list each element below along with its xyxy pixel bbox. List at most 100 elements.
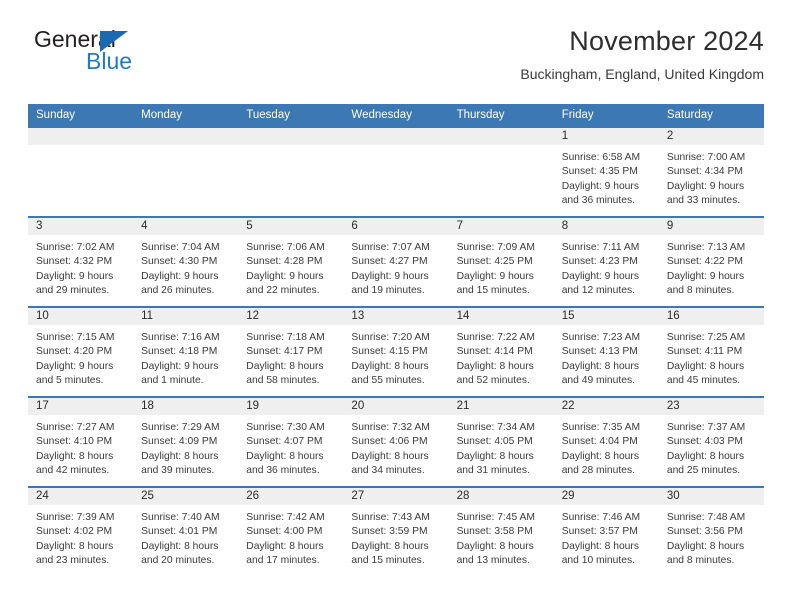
- calendar-day-cell[interactable]: 7 Sunrise: 7:09 AM Sunset: 4:25 PM Daylight…: [448, 215, 554, 307]
- day-cell-content: 13 Sunrise: 7:20 AM Sunset: 4:15 PM Dayligh…: [343, 307, 449, 396]
- calendar-day-cell[interactable]: 3 Sunrise: 7:02 AM Sunset: 4:32 PM Daylight…: [28, 215, 134, 307]
- sunrise-time: Sunrise: 7:11 AM: [561, 241, 640, 253]
- daylight-duration-line2: and 12 minutes.: [561, 285, 635, 297]
- calendar-day-cell[interactable]: 14 Sunrise: 7:22 AM Sunset: 4:14 PM Dayligh…: [448, 305, 554, 397]
- daylight-duration-line1: Daylight: 9 hours: [36, 360, 114, 372]
- calendar-day-cell[interactable]: 18 Sunrise: 7:29 AM Sunset: 4:09 PM Dayligh…: [133, 395, 239, 487]
- calendar-day-cell[interactable]: 22 Sunrise: 7:35 AM Sunset: 4:04 PM Dayligh…: [553, 395, 659, 487]
- day-details: Sunrise: 7:13 AM Sunset: 4:22 PM Daylight:…: [659, 235, 764, 299]
- calendar-day-cell[interactable]: 30 Sunrise: 7:48 AM Sunset: 3:56 PM Dayligh…: [658, 485, 764, 576]
- daylight-duration-line1: Daylight: 8 hours: [666, 450, 745, 462]
- calendar-day-cell[interactable]: 10 Sunrise: 7:15 AM Sunset: 4:20 PM Dayligh…: [28, 305, 134, 397]
- calendar-day-cell[interactable]: 17 Sunrise: 7:27 AM Sunset: 4:10 PM Dayligh…: [28, 395, 134, 487]
- day-details: Sunrise: 7:20 AM Sunset: 4:15 PM Daylight:…: [343, 325, 448, 389]
- day-cell-content: 3 Sunrise: 7:02 AM Sunset: 4:32 PM Daylight…: [28, 217, 134, 306]
- day-number: 25: [133, 487, 239, 505]
- daylight-duration-line1: Daylight: 9 hours: [141, 270, 219, 282]
- sunset-time: Sunset: 4:28 PM: [246, 256, 323, 268]
- day-cell-content: 22 Sunrise: 7:35 AM Sunset: 4:04 PM Dayligh…: [553, 397, 659, 486]
- day-details: Sunrise: 7:43 AM Sunset: 3:59 PM Daylight:…: [343, 505, 448, 569]
- sunrise-time: Sunrise: 7:23 AM: [561, 331, 641, 343]
- calendar-day-cell[interactable]: [238, 127, 344, 217]
- day-details: Sunrise: 7:29 AM Sunset: 4:09 PM Daylight:…: [133, 415, 238, 479]
- day-number: 7: [448, 217, 554, 235]
- day-number: 26: [238, 487, 344, 505]
- daylight-duration-line2: and 39 minutes.: [141, 465, 215, 477]
- calendar-day-cell[interactable]: 12 Sunrise: 7:18 AM Sunset: 4:17 PM Dayligh…: [238, 305, 344, 397]
- sunrise-time: Sunrise: 7:13 AM: [666, 241, 746, 253]
- calendar-day-cell[interactable]: 26 Sunrise: 7:42 AM Sunset: 4:00 PM Dayligh…: [238, 485, 344, 576]
- sunset-time: Sunset: 4:32 PM: [36, 256, 113, 268]
- day-number: 20: [343, 397, 449, 415]
- calendar-day-cell[interactable]: 29 Sunrise: 7:46 AM Sunset: 3:57 PM Dayligh…: [553, 485, 659, 576]
- day-details: Sunrise: 7:04 AM Sunset: 4:30 PM Daylight:…: [133, 235, 238, 299]
- calendar-day-cell[interactable]: [448, 127, 554, 217]
- general-blue-logo[interactable]: General Blue: [28, 26, 268, 88]
- sunset-time: Sunset: 4:30 PM: [141, 256, 218, 268]
- weekday-header-sunday: Sunday: [28, 104, 134, 128]
- calendar-day-cell[interactable]: 25 Sunrise: 7:40 AM Sunset: 4:01 PM Dayligh…: [133, 485, 239, 576]
- day-cell-content: [238, 127, 344, 216]
- calendar-day-cell[interactable]: 8 Sunrise: 7:11 AM Sunset: 4:23 PM Daylight…: [553, 215, 659, 307]
- title-block: November 2024 Buckingham, England, Unite…: [244, 26, 764, 82]
- calendar-body: 1 Sunrise: 6:58 AM Sunset: 4:35 PM Daylight…: [28, 127, 764, 576]
- day-cell-content: 21 Sunrise: 7:34 AM Sunset: 4:05 PM Dayligh…: [448, 397, 554, 486]
- calendar-day-cell[interactable]: 27 Sunrise: 7:43 AM Sunset: 3:59 PM Dayligh…: [343, 485, 449, 576]
- calendar-day-cell[interactable]: 19 Sunrise: 7:30 AM Sunset: 4:07 PM Dayligh…: [238, 395, 344, 487]
- daylight-duration-line1: Daylight: 8 hours: [351, 360, 429, 372]
- calendar-day-cell[interactable]: 6 Sunrise: 7:07 AM Sunset: 4:27 PM Daylight…: [343, 215, 449, 307]
- calendar-day-cell[interactable]: 9 Sunrise: 7:13 AM Sunset: 4:22 PM Daylight…: [658, 215, 764, 307]
- calendar-day-cell[interactable]: 4 Sunrise: 7:04 AM Sunset: 4:30 PM Daylight…: [133, 215, 239, 307]
- sunset-time: Sunset: 4:06 PM: [351, 436, 428, 448]
- day-cell-content: 15 Sunrise: 7:23 AM Sunset: 4:13 PM Dayligh…: [553, 307, 659, 396]
- sunrise-time: Sunrise: 7:27 AM: [36, 421, 115, 433]
- daylight-duration-line2: and 33 minutes.: [666, 195, 741, 207]
- day-details: Sunrise: 7:46 AM Sunset: 3:57 PM Daylight:…: [554, 505, 659, 569]
- day-cell-content: 11 Sunrise: 7:16 AM Sunset: 4:18 PM Dayligh…: [133, 307, 239, 396]
- day-cell-content: 27 Sunrise: 7:43 AM Sunset: 3:59 PM Dayligh…: [343, 487, 449, 576]
- daylight-duration-line2: and 49 minutes.: [561, 375, 635, 387]
- sunrise-time: Sunrise: 7:20 AM: [351, 331, 430, 343]
- calendar-day-cell[interactable]: 2 Sunrise: 7:00 AM Sunset: 4:34 PM Daylight…: [658, 127, 764, 217]
- calendar-day-cell[interactable]: 16 Sunrise: 7:25 AM Sunset: 4:11 PM Dayligh…: [658, 305, 764, 397]
- sunset-time: Sunset: 4:05 PM: [456, 436, 533, 448]
- daylight-duration-line2: and 1 minute.: [141, 375, 204, 387]
- calendar-day-cell[interactable]: 28 Sunrise: 7:45 AM Sunset: 3:58 PM Dayligh…: [448, 485, 554, 576]
- calendar-day-cell[interactable]: 11 Sunrise: 7:16 AM Sunset: 4:18 PM Dayligh…: [133, 305, 239, 397]
- day-number: 17: [28, 397, 134, 415]
- daylight-duration-line1: Daylight: 8 hours: [36, 540, 114, 552]
- day-number: 3: [28, 217, 134, 235]
- day-cell-content: 20 Sunrise: 7:32 AM Sunset: 4:06 PM Dayligh…: [343, 397, 449, 486]
- sunrise-time: Sunrise: 7:32 AM: [351, 421, 430, 433]
- day-details: Sunrise: 7:37 AM Sunset: 4:03 PM Daylight:…: [659, 415, 764, 479]
- sunrise-time: Sunrise: 7:09 AM: [456, 241, 535, 253]
- calendar-day-cell[interactable]: 20 Sunrise: 7:32 AM Sunset: 4:06 PM Dayligh…: [343, 395, 449, 487]
- calendar-day-cell[interactable]: [343, 127, 449, 217]
- daylight-duration-line2: and 34 minutes.: [351, 465, 425, 477]
- day-number: 15: [553, 307, 659, 325]
- day-cell-content: [133, 127, 239, 216]
- calendar-day-cell[interactable]: 13 Sunrise: 7:20 AM Sunset: 4:15 PM Dayligh…: [343, 305, 449, 397]
- calendar-day-cell[interactable]: [28, 127, 134, 217]
- calendar-day-cell[interactable]: 5 Sunrise: 7:06 AM Sunset: 4:28 PM Daylight…: [238, 215, 344, 307]
- calendar-day-cell[interactable]: 1 Sunrise: 6:58 AM Sunset: 4:35 PM Daylight…: [553, 127, 659, 217]
- calendar-day-cell[interactable]: 24 Sunrise: 7:39 AM Sunset: 4:02 PM Dayligh…: [28, 485, 134, 576]
- sunrise-time: Sunrise: 7:42 AM: [246, 511, 325, 523]
- calendar-table: Sunday Monday Tuesday Wednesday Thursday…: [28, 104, 764, 576]
- day-details: Sunrise: 7:15 AM Sunset: 4:20 PM Daylight:…: [28, 325, 133, 389]
- calendar-day-cell[interactable]: 21 Sunrise: 7:34 AM Sunset: 4:05 PM Dayligh…: [448, 395, 554, 487]
- day-number: 13: [343, 307, 449, 325]
- day-number: 2: [658, 127, 764, 145]
- day-details: Sunrise: 7:09 AM Sunset: 4:25 PM Daylight:…: [449, 235, 554, 299]
- sunset-time: Sunset: 4:11 PM: [666, 346, 743, 358]
- day-cell-content: 8 Sunrise: 7:11 AM Sunset: 4:23 PM Daylight…: [553, 217, 659, 306]
- day-number: 21: [448, 397, 554, 415]
- daylight-duration-line2: and 19 minutes.: [351, 285, 425, 297]
- calendar-day-cell[interactable]: 15 Sunrise: 7:23 AM Sunset: 4:13 PM Dayligh…: [553, 305, 659, 397]
- day-details: Sunrise: 7:25 AM Sunset: 4:11 PM Daylight:…: [659, 325, 764, 389]
- day-cell-content: 7 Sunrise: 7:09 AM Sunset: 4:25 PM Daylight…: [448, 217, 554, 306]
- calendar-day-cell[interactable]: [133, 127, 239, 217]
- page-title: November 2024: [569, 26, 764, 56]
- day-details: Sunrise: 7:34 AM Sunset: 4:05 PM Daylight:…: [449, 415, 554, 479]
- calendar-day-cell[interactable]: 23 Sunrise: 7:37 AM Sunset: 4:03 PM Dayligh…: [658, 395, 764, 487]
